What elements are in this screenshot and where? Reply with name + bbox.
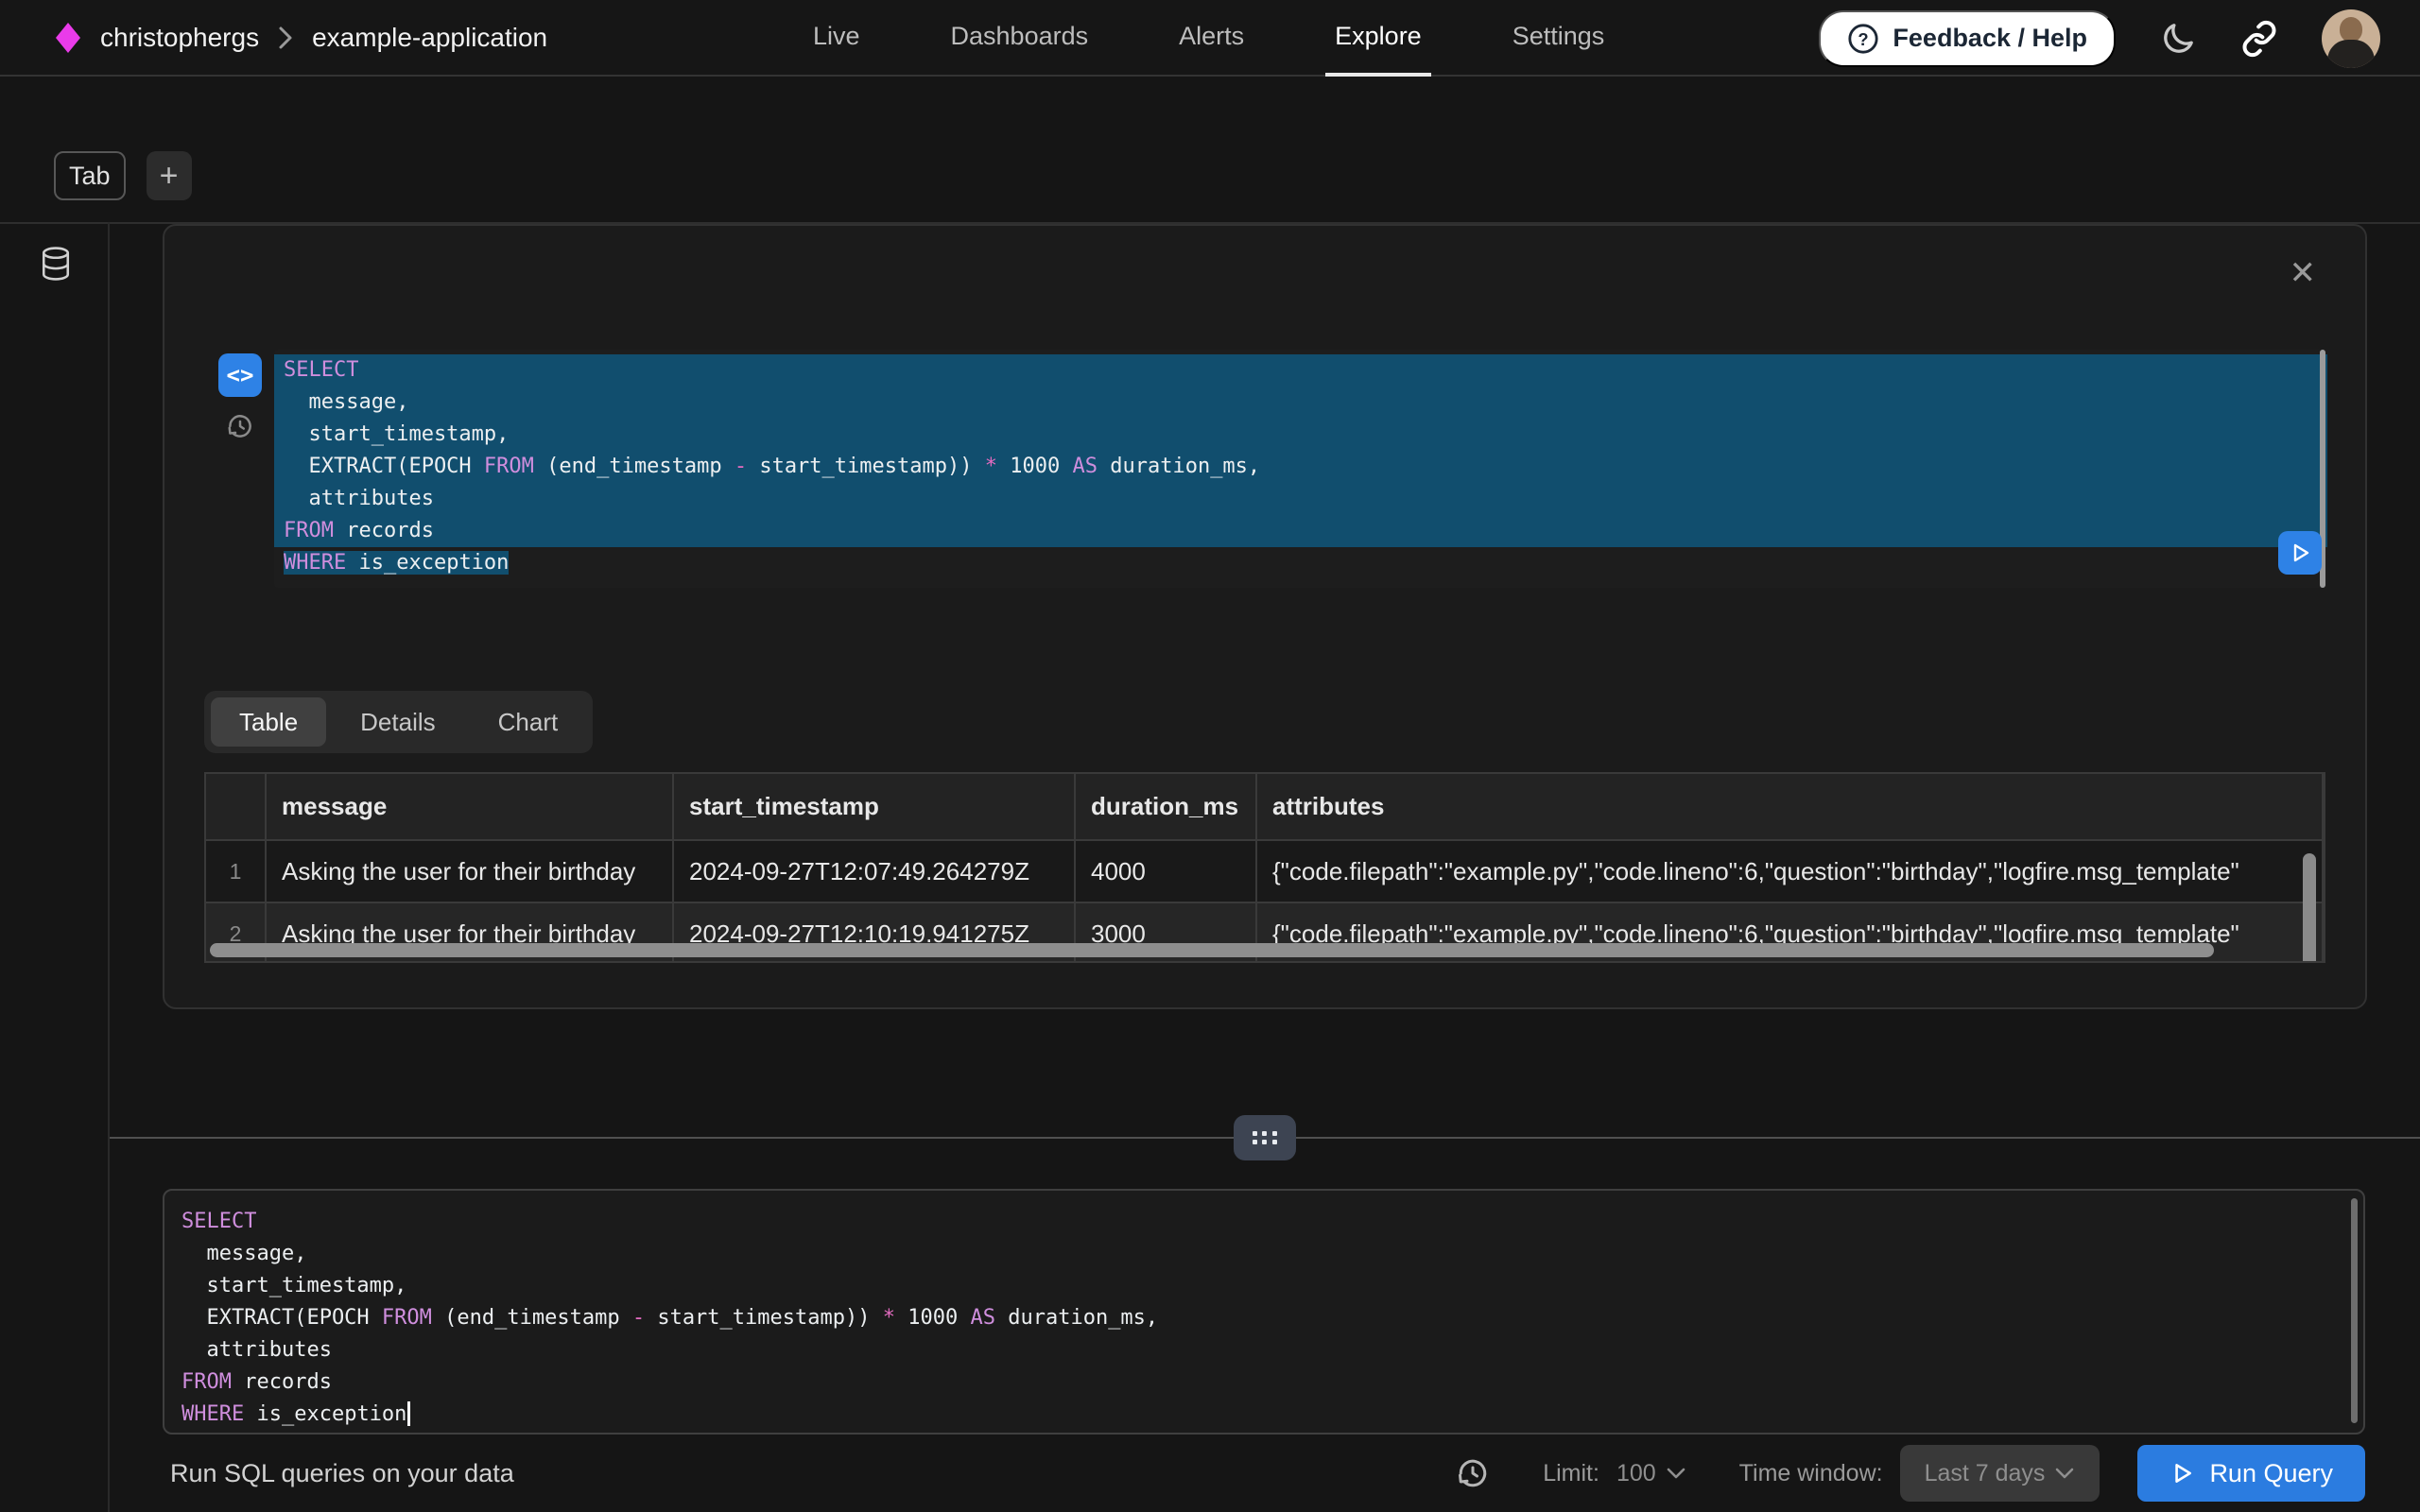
nav-item-settings[interactable]: Settings	[1503, 0, 1615, 77]
time-window-label: Time window:	[1739, 1460, 1883, 1487]
moon-icon	[2159, 20, 2197, 58]
run-query-label: Run Query	[2209, 1459, 2333, 1488]
nav-item-live[interactable]: Live	[804, 0, 870, 77]
query-history-card: Sep 27, 13:12 ✕ <> SELECT message, start…	[163, 224, 2367, 1009]
theme-toggle-button[interactable]	[2159, 20, 2197, 58]
nav-item-dashboards[interactable]: Dashboards	[942, 0, 1098, 77]
breadcrumb-chevron-icon	[278, 26, 293, 50]
limit-label: Limit:	[1543, 1460, 1599, 1487]
view-tab-table[interactable]: Table	[211, 697, 326, 747]
splitter-handle[interactable]	[1234, 1115, 1296, 1160]
tab-chip[interactable]: Tab	[54, 151, 126, 200]
grip-dots-icon	[1250, 1129, 1280, 1146]
history-button[interactable]	[226, 412, 254, 440]
limit-select[interactable]: 100	[1616, 1460, 1686, 1487]
time-window-select[interactable]: Last 7 days	[1900, 1445, 2100, 1502]
play-icon	[2289, 541, 2311, 564]
nav-item-explore[interactable]: Explore	[1325, 0, 1431, 77]
footer-hint: Run SQL queries on your data	[170, 1459, 514, 1488]
code-gutter: <>	[206, 350, 274, 588]
table-horizontal-scrollbar[interactable]	[210, 943, 2214, 957]
history-icon	[1456, 1456, 1490, 1490]
top-nav: christophergs example-application Live D…	[0, 0, 2420, 77]
footer-bar: Run SQL queries on your data Limit: 100 …	[0, 1435, 2420, 1512]
table-header-row: message start_timestamp duration_ms attr…	[206, 774, 2324, 841]
schema-sidebar-button[interactable]	[40, 246, 72, 282]
results-table: message start_timestamp duration_ms attr…	[204, 772, 2325, 963]
chevron-down-icon	[2054, 1467, 2075, 1480]
sidebar-divider	[108, 222, 110, 1512]
nav-item-alerts[interactable]: Alerts	[1169, 0, 1253, 77]
feedback-help-label: Feedback / Help	[1893, 24, 2087, 53]
code-button[interactable]: <>	[218, 353, 262, 397]
breadcrumb-project[interactable]: example-application	[312, 23, 547, 53]
main-nav: Live Dashboards Alerts Explore Settings	[804, 0, 1614, 77]
svg-text:?: ?	[1858, 29, 1869, 49]
close-card-button[interactable]: ✕	[2290, 254, 2317, 292]
user-avatar[interactable]	[2322, 9, 2380, 68]
share-link-button[interactable]	[2240, 20, 2278, 58]
history-icon	[226, 412, 254, 440]
col-header-start-timestamp[interactable]: start_timestamp	[674, 774, 1076, 841]
link-icon	[2240, 20, 2278, 58]
sql-preview[interactable]: SELECT message, start_timestamp, EXTRACT…	[274, 350, 2327, 588]
editor-scrollbar[interactable]	[2351, 1198, 2358, 1423]
database-icon	[40, 246, 72, 282]
col-header-duration-ms[interactable]: duration_ms	[1076, 774, 1257, 841]
play-icon	[2169, 1461, 2194, 1486]
table-vertical-scrollbar[interactable]	[2303, 853, 2316, 963]
nav-right-group: ? Feedback / Help	[1819, 0, 2380, 77]
logfire-logo-icon[interactable]	[55, 22, 81, 54]
view-tabs: Table Details Chart	[204, 691, 593, 753]
query-code-block: <> SELECT message, start_timestamp, EXTR…	[206, 350, 2327, 588]
chevron-down-icon	[1666, 1467, 1686, 1480]
col-header-message[interactable]: message	[267, 774, 674, 841]
view-tab-details[interactable]: Details	[332, 697, 463, 747]
run-preview-button[interactable]	[2278, 531, 2322, 575]
query-history-button[interactable]	[1456, 1456, 1490, 1490]
question-circle-icon: ?	[1847, 23, 1879, 55]
row-number-header	[206, 774, 267, 841]
feedback-help-button[interactable]: ? Feedback / Help	[1819, 10, 2116, 67]
add-tab-button[interactable]: +	[147, 151, 192, 200]
tab-bar: Tab +	[54, 151, 192, 200]
breadcrumb: christophergs example-application	[0, 22, 547, 54]
table-row[interactable]: 1 Asking the user for their birthday 202…	[206, 841, 2324, 903]
breadcrumb-org[interactable]: christophergs	[100, 23, 259, 53]
col-header-attributes[interactable]: attributes	[1257, 774, 2324, 841]
sql-editor[interactable]: SELECT message, start_timestamp, EXTRACT…	[163, 1189, 2365, 1435]
run-query-button[interactable]: Run Query	[2137, 1445, 2365, 1502]
view-tab-chart[interactable]: Chart	[470, 697, 587, 747]
